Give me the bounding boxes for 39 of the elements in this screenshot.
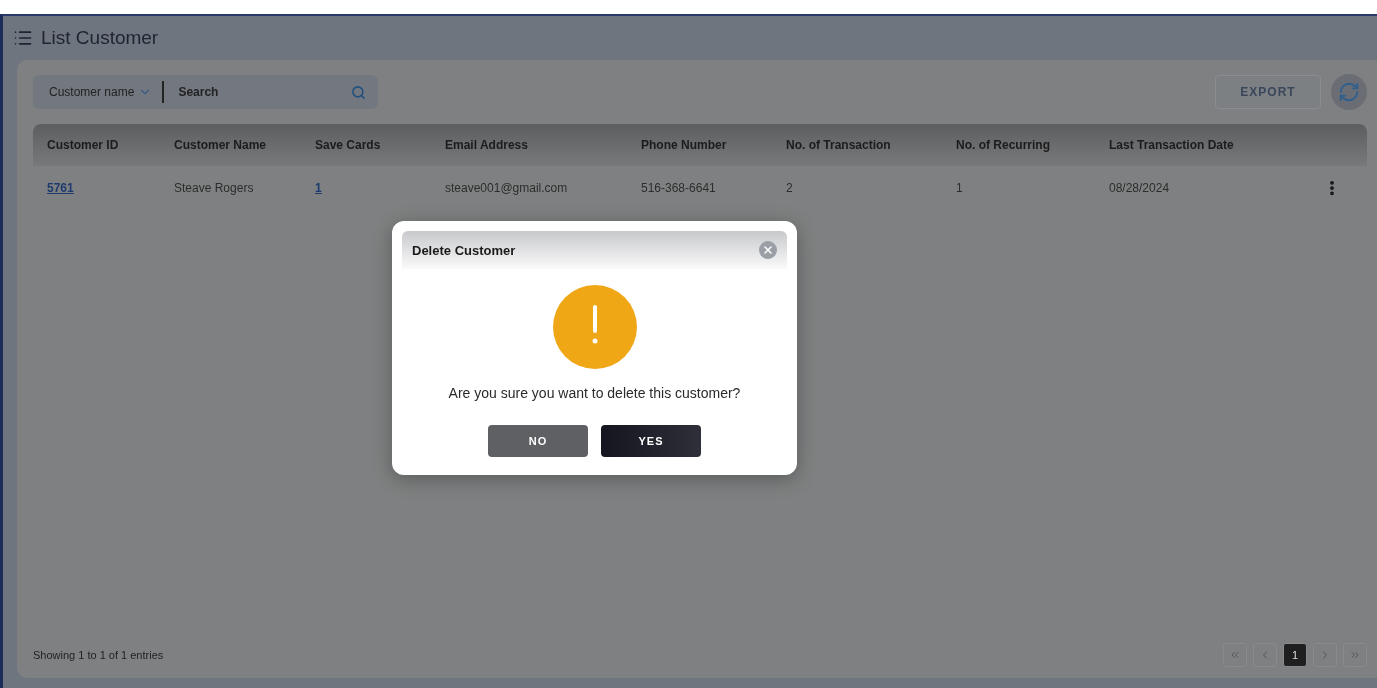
column-header: Email Address — [445, 138, 529, 152]
list-icon — [13, 28, 33, 48]
entries-summary: Showing 1 to 1 of 1 entries — [33, 649, 164, 661]
table-cell-text: 08/28/2024 — [1109, 181, 1171, 195]
search-field[interactable]: Customer name Search — [33, 75, 378, 109]
column-header: Customer ID — [47, 138, 120, 152]
first-page-icon — [1229, 649, 1241, 661]
previous-page-button[interactable] — [1253, 643, 1277, 667]
search-icon[interactable] — [351, 84, 366, 100]
last-page-icon — [1349, 649, 1361, 661]
column-header: Save Cards — [315, 138, 382, 152]
column-header: Customer Name — [174, 138, 268, 152]
table-cell-text: steave001@gmail.com — [445, 181, 569, 195]
close-button[interactable] — [759, 241, 777, 259]
confirm-button[interactable]: YES — [601, 425, 701, 457]
close-icon — [762, 244, 774, 256]
refresh-button[interactable] — [1331, 74, 1367, 110]
last-page-button[interactable] — [1343, 643, 1367, 667]
page-button[interactable]: 1 — [1283, 643, 1307, 667]
export-button[interactable]: EXPORT — [1215, 75, 1321, 109]
dialog-title: Delete Customer — [412, 242, 516, 258]
column-header: No. of Transaction — [786, 138, 892, 152]
column-header: Phone Number — [641, 138, 728, 152]
table-cell-text: 516-368-6641 — [641, 181, 717, 195]
table-link[interactable]: 1 — [315, 181, 445, 195]
warning-icon — [552, 285, 637, 369]
dialog-message: Are you sure you want to delete this customer? — [448, 385, 741, 401]
table-link[interactable]: 5761 — [47, 181, 174, 195]
filter-dropdown[interactable]: Customer name — [45, 81, 165, 103]
table-cell-text: 1 — [956, 181, 964, 195]
column-header: Last Transaction Date — [1109, 138, 1235, 152]
table-cell-text: Steave Rogers — [174, 181, 255, 195]
first-page-button[interactable] — [1223, 643, 1247, 667]
column-header: No. of Recurring — [956, 138, 1051, 152]
refresh-icon — [1338, 81, 1360, 103]
page-title: List Customer — [41, 27, 159, 49]
cancel-button[interactable]: NO — [488, 425, 588, 457]
table-cell-text: 2 — [786, 181, 794, 195]
next-page-button[interactable] — [1313, 643, 1337, 667]
